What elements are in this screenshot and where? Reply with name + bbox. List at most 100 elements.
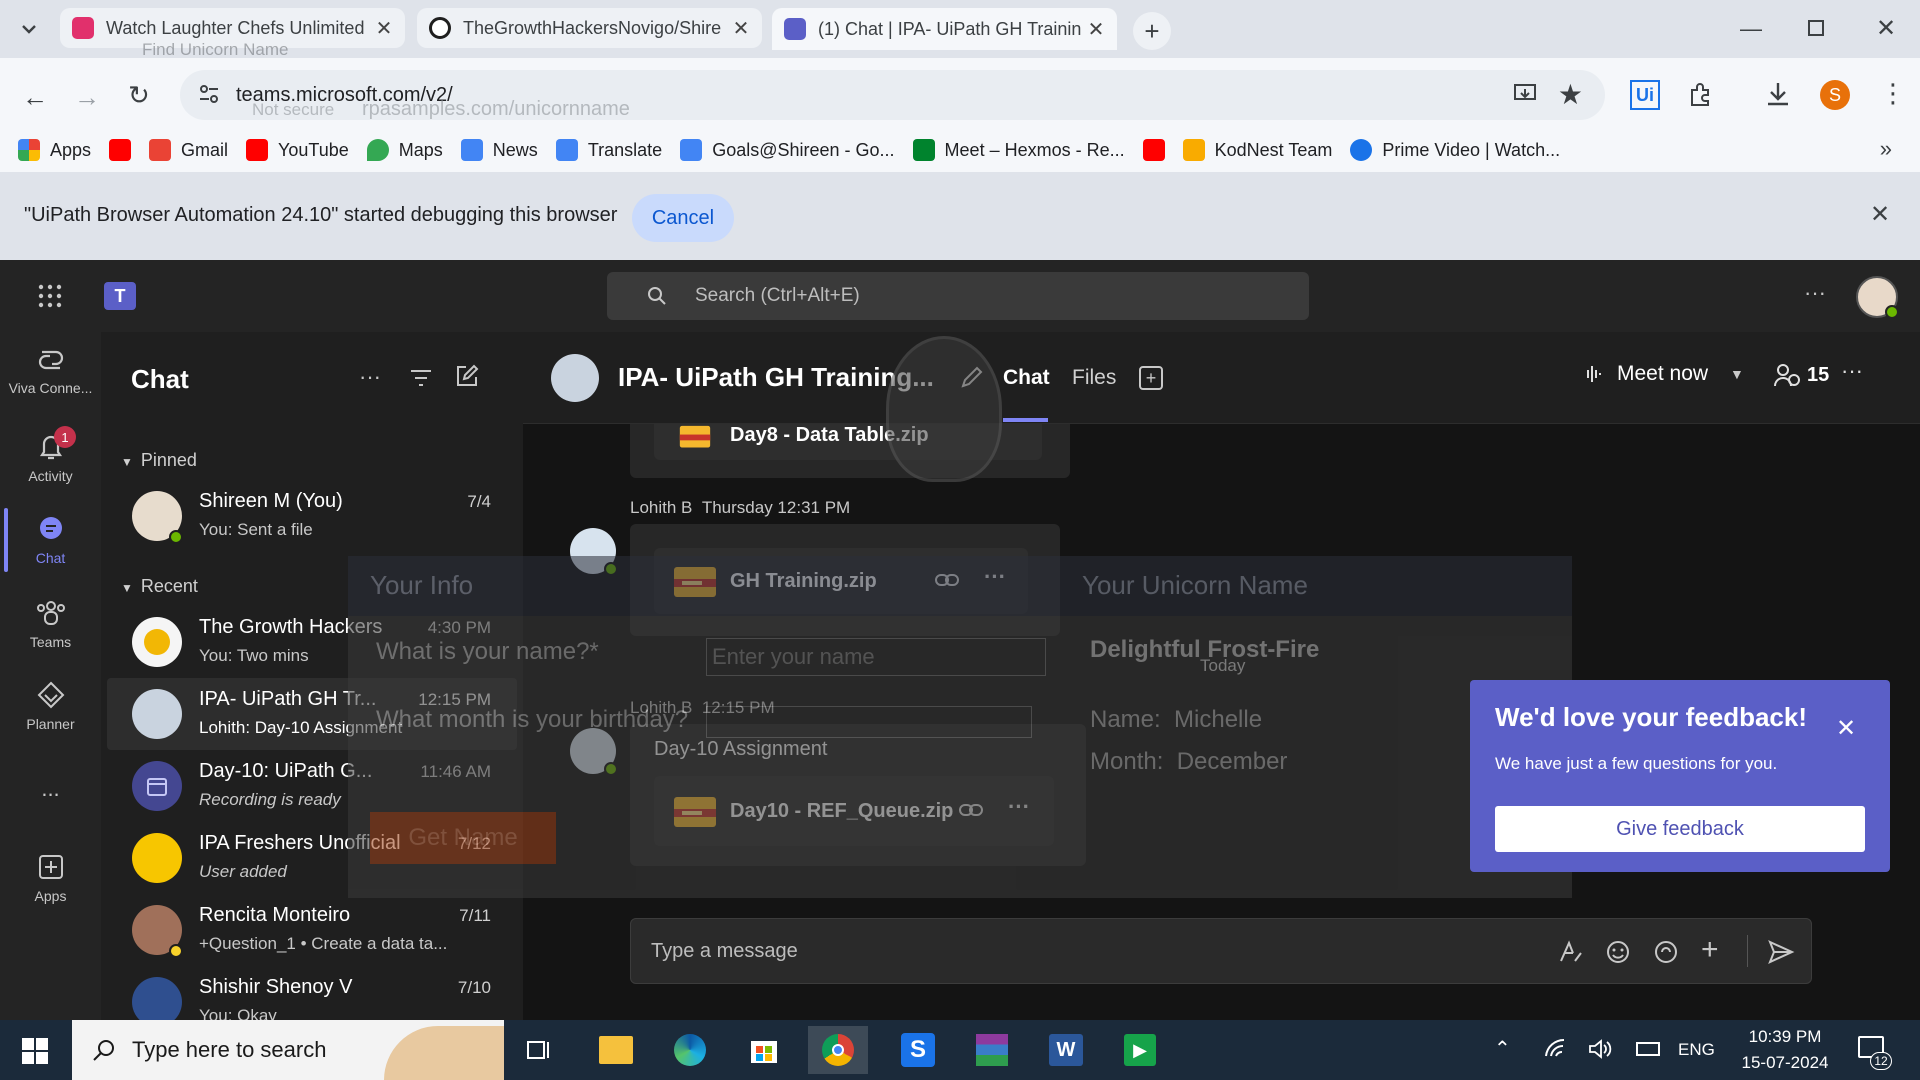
downloads-icon[interactable]: [1764, 80, 1792, 108]
chat-list-item[interactable]: Shireen M (You) You: Sent a file 7/4: [107, 480, 517, 552]
close-tab-icon[interactable]: ✕: [375, 16, 393, 41]
meet-now-button[interactable]: Meet now ▼: [1581, 362, 1744, 386]
address-bar[interactable]: teams.microsoft.com/v2/ ★: [180, 70, 1605, 120]
format-icon[interactable]: [1557, 939, 1583, 965]
close-window-icon[interactable]: ✕: [1876, 14, 1896, 43]
new-chat-icon[interactable]: [455, 364, 479, 388]
bookmark-gmail[interactable]: Gmail: [149, 139, 228, 161]
chevron-down-icon[interactable]: ▼: [1730, 366, 1744, 382]
restore-icon[interactable]: [1808, 20, 1824, 36]
tab-chat[interactable]: Chat: [1003, 366, 1050, 390]
chat-more-options-icon[interactable]: ···: [359, 364, 381, 390]
browser-tab[interactable]: Watch Laughter Chefs Unlimited ✕: [60, 8, 405, 48]
s-app-icon[interactable]: S: [888, 1026, 948, 1074]
chrome-icon[interactable]: [808, 1026, 868, 1074]
file-attachment[interactable]: Day8 - Data Table.zip: [654, 424, 1042, 460]
bookmark-apps[interactable]: Apps: [18, 139, 91, 161]
chat-list-item[interactable]: Rencita Monteiro +Question_1 • Create a …: [107, 894, 517, 966]
install-app-icon[interactable]: [1513, 82, 1539, 106]
file-attachment[interactable]: Day10 - REF_Queue.zip ···: [654, 776, 1054, 846]
chat-list-item[interactable]: IPA Freshers Unofficial User added 7/12: [107, 822, 517, 894]
new-tab-button[interactable]: +: [1133, 12, 1171, 50]
edge-icon[interactable]: [660, 1026, 720, 1074]
bookmark-star-icon[interactable]: ★: [1558, 78, 1583, 111]
teams-search-input[interactable]: Search (Ctrl+Alt+E): [607, 272, 1309, 320]
profile-avatar[interactable]: S: [1820, 80, 1850, 110]
user-avatar[interactable]: [1856, 276, 1899, 319]
chat-list-item[interactable]: Shishir Shenoy V You: Okay 7/10: [107, 966, 517, 1020]
media-player-icon[interactable]: ▶: [1110, 1026, 1170, 1074]
extensions-icon[interactable]: [1686, 80, 1714, 108]
close-infobar-icon[interactable]: ✕: [1870, 200, 1890, 229]
file-attachment[interactable]: GH Training.zip ···: [654, 548, 1028, 614]
rail-item-more[interactable]: ...: [0, 776, 101, 802]
minimize-icon[interactable]: —: [1740, 16, 1762, 42]
conversation-more-icon[interactable]: ···: [1841, 358, 1863, 384]
chat-list-item[interactable]: Day-10: UiPath G... Recording is ready 1…: [107, 750, 517, 822]
bookmarks-overflow-icon[interactable]: »: [1880, 136, 1892, 162]
file-more-icon[interactable]: ···: [1008, 794, 1030, 820]
rail-item-planner[interactable]: Planner: [0, 680, 101, 732]
bookmark-kodnest[interactable]: KodNest Team: [1182, 139, 1332, 161]
bookmark-youtube[interactable]: [109, 139, 132, 161]
browser-tab[interactable]: TheGrowthHackersNovigo/Shire ✕: [417, 8, 762, 48]
close-tab-icon[interactable]: ✕: [732, 16, 750, 41]
bookmark-maps[interactable]: Maps: [366, 139, 443, 161]
recent-section-header[interactable]: ▼ Recent: [121, 576, 198, 597]
copy-link-icon[interactable]: [958, 798, 984, 822]
file-more-icon[interactable]: ···: [984, 564, 1006, 590]
tray-chevron-up-icon[interactable]: ⌃: [1494, 1036, 1511, 1061]
add-tab-icon[interactable]: +: [1139, 366, 1163, 390]
rail-item-apps[interactable]: Apps: [0, 852, 101, 904]
rail-item-teams[interactable]: Teams: [0, 598, 101, 650]
task-view-icon[interactable]: [510, 1026, 570, 1074]
forward-icon[interactable]: →: [74, 82, 100, 113]
loop-icon[interactable]: [1653, 939, 1679, 965]
language-indicator[interactable]: ENG: [1678, 1040, 1715, 1060]
close-feedback-icon[interactable]: ✕: [1836, 714, 1856, 743]
battery-icon[interactable]: [1636, 1042, 1660, 1056]
participants-button[interactable]: 15: [1773, 362, 1829, 388]
bookmark-news[interactable]: News: [460, 139, 538, 161]
uipath-extension-icon[interactable]: Ui: [1630, 80, 1660, 110]
pinned-section-header[interactable]: ▼ Pinned: [121, 450, 197, 471]
filter-icon[interactable]: [409, 368, 433, 388]
cancel-debug-button[interactable]: Cancel: [632, 194, 734, 242]
close-tab-icon[interactable]: ✕: [1087, 17, 1105, 42]
send-icon[interactable]: [1767, 939, 1795, 965]
tab-search-icon[interactable]: [18, 18, 40, 40]
copy-link-icon[interactable]: [934, 568, 960, 592]
bookmark-meet[interactable]: Meet – Hexmos - Re...: [912, 139, 1125, 161]
wifi-icon[interactable]: [1544, 1038, 1566, 1058]
browser-tab-active[interactable]: (1) Chat | IPA- UiPath GH Trainin ✕: [772, 8, 1117, 50]
taskbar-clock[interactable]: 10:39 PM 15-07-2024: [1730, 1024, 1840, 1076]
give-feedback-button[interactable]: Give feedback: [1495, 806, 1865, 852]
browser-menu-icon[interactable]: ⋮: [1880, 78, 1906, 109]
back-icon[interactable]: ←: [22, 82, 48, 113]
chat-list-item[interactable]: The Growth Hackers You: Two mins 4:30 PM: [107, 606, 517, 678]
chat-list-item-selected[interactable]: IPA- UiPath GH Tr... Lohith: Day-10 Assi…: [107, 678, 517, 750]
settings-more-icon[interactable]: ···: [1804, 280, 1826, 306]
app-launcher-icon[interactable]: [38, 284, 62, 308]
emoji-icon[interactable]: [1605, 939, 1631, 965]
file-explorer-icon[interactable]: [586, 1026, 646, 1074]
winrar-icon[interactable]: [962, 1026, 1022, 1074]
message-composer[interactable]: Type a message +: [630, 918, 1812, 984]
reload-icon[interactable]: ↻: [128, 80, 150, 111]
bookmark-goals[interactable]: Goals@Shireen - Go...: [680, 139, 895, 161]
edit-name-icon[interactable]: [959, 364, 985, 390]
store-icon[interactable]: [734, 1026, 794, 1074]
site-info-icon[interactable]: [198, 83, 220, 105]
bookmark-youtube[interactable]: YouTube: [246, 139, 349, 161]
bookmark-prime-video[interactable]: Prime Video | Watch...: [1350, 139, 1560, 161]
tab-files[interactable]: Files: [1072, 366, 1116, 390]
bookmark-translate[interactable]: Translate: [555, 139, 662, 161]
attach-plus-icon[interactable]: +: [1701, 933, 1719, 967]
rail-item-viva[interactable]: Viva Conne...: [0, 346, 101, 396]
bookmark-youtube[interactable]: [1142, 139, 1165, 161]
speaker-icon[interactable]: [1588, 1038, 1612, 1060]
rail-item-activity[interactable]: 1 Activity: [0, 426, 101, 484]
windows-start-icon[interactable]: [22, 1038, 48, 1064]
word-icon[interactable]: W: [1036, 1026, 1096, 1074]
rail-item-chat[interactable]: Chat: [0, 514, 101, 566]
